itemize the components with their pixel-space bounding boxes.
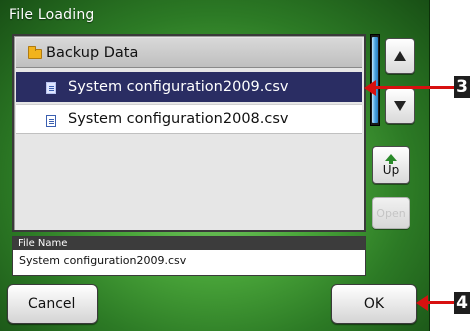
file-name-box: File Name System configuration2009.csv <box>12 236 366 276</box>
callout-4-line <box>426 301 454 304</box>
file-label: System configuration2008.csv <box>68 111 289 127</box>
parent-folder-button[interactable]: Up <box>372 146 410 184</box>
callout-3-line <box>374 86 454 89</box>
document-icon <box>46 82 56 94</box>
folder-label: Backup Data <box>46 44 139 61</box>
callout-badge-4: 4 <box>454 292 470 314</box>
callout-badge-3: 3 <box>454 76 470 98</box>
cancel-button[interactable]: Cancel <box>7 284 98 324</box>
dialog-title: File Loading <box>9 7 95 23</box>
open-button[interactable]: Open <box>372 197 410 229</box>
file-row-selected[interactable]: System configuration2009.csv <box>16 72 362 102</box>
file-label: System configuration2009.csv <box>68 79 289 95</box>
file-list: Backup Data System configuration2009.csv… <box>12 34 366 232</box>
ok-label: OK <box>363 296 385 312</box>
file-name-header: File Name <box>13 237 365 250</box>
triangle-up-icon <box>394 51 406 61</box>
file-loading-dialog: File Loading Backup Data System configur… <box>0 0 430 331</box>
ok-button[interactable]: OK <box>331 284 417 324</box>
file-name-field[interactable]: System configuration2009.csv <box>13 250 365 267</box>
scroll-up-button[interactable] <box>385 38 415 74</box>
parent-folder-label: Up <box>382 163 400 177</box>
cancel-label: Cancel <box>28 296 76 312</box>
folder-icon <box>28 46 42 59</box>
arrow-up-icon <box>385 154 397 164</box>
file-row[interactable]: System configuration2008.csv <box>16 104 362 134</box>
triangle-down-icon <box>394 101 406 111</box>
folder-row[interactable]: Backup Data <box>16 38 362 68</box>
document-icon <box>46 115 56 127</box>
open-label: Open <box>376 206 406 220</box>
scroll-down-button[interactable] <box>385 88 415 124</box>
